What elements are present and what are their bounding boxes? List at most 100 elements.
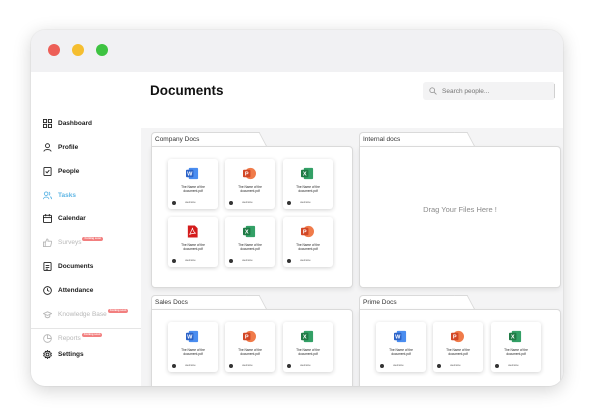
folder-body: W The Name of the document.pdf username P T…	[151, 309, 353, 386]
sidebar-item-dashboard[interactable]: Dashboard	[43, 116, 92, 130]
folder-title: Internal docs	[363, 136, 401, 143]
excel-file-icon: X	[301, 167, 314, 180]
graduation-cap-icon	[43, 310, 52, 318]
user-icon	[43, 142, 52, 152]
sidebar-item-profile[interactable]: Profile	[43, 140, 78, 154]
folder-title: Prime Docs	[363, 299, 397, 306]
coming-soon-badge: Coming soon	[82, 237, 104, 241]
document-icon	[43, 261, 52, 271]
sidebar-item-knowledge-base[interactable]: Knowledge Base Coming soon	[43, 307, 129, 321]
svg-text:P: P	[453, 335, 457, 341]
file-owner: username	[185, 259, 196, 262]
sidebar-item-label: People	[58, 167, 80, 175]
file-card[interactable]: W The Name of the document.pdf username	[168, 322, 218, 372]
svg-text:W: W	[395, 335, 401, 341]
file-name: The Name of the document.pdf	[296, 185, 320, 193]
sidebar-item-label: Attendance	[58, 286, 94, 294]
word-file-icon: W	[186, 167, 199, 180]
sidebar-item-surveys[interactable]: Surveys Coming soon	[43, 235, 104, 249]
minimize-window-button[interactable]	[72, 44, 84, 56]
sidebar-item-settings[interactable]: Settings	[43, 347, 84, 361]
file-name: The Name of the document.pdf	[181, 243, 205, 251]
folder-title: Sales Docs	[155, 299, 188, 306]
sidebar-item-label: Documents	[58, 262, 94, 270]
svg-text:W: W	[187, 335, 193, 341]
sidebar-item-label: Calendar	[58, 214, 86, 222]
powerpoint-file-icon: P	[243, 330, 256, 343]
file-name: The Name of the document.pdf	[181, 185, 205, 193]
file-card[interactable]: P The Name of the document.pdf username	[225, 159, 275, 209]
search-divider	[554, 84, 555, 98]
svg-text:X: X	[511, 335, 515, 341]
powerpoint-file-icon: P	[243, 167, 256, 180]
file-card[interactable]: P The Name of the document.pdf username	[283, 217, 333, 267]
sidebar-item-label: Knowledge Base	[58, 310, 107, 318]
file-card[interactable]: X The Name of the document.pdf username	[225, 217, 275, 267]
avatar	[229, 364, 233, 368]
file-owner: username	[300, 364, 311, 367]
file-name: The Name of the document.pdf	[446, 348, 470, 356]
grid-icon	[43, 118, 52, 128]
sidebar-item-label: Reports	[58, 334, 81, 342]
file-name: The Name of the document.pdf	[181, 348, 205, 356]
users-icon	[43, 190, 52, 199]
folder-title: Company Docs	[155, 136, 200, 143]
close-window-button[interactable]	[48, 44, 60, 56]
avatar	[287, 364, 291, 368]
maximize-window-button[interactable]	[96, 44, 108, 56]
svg-text:X: X	[245, 230, 249, 236]
svg-text:W: W	[187, 172, 193, 178]
sidebar-item-documents[interactable]: Documents	[43, 259, 93, 273]
folder-body: W The Name of the document.pdf username P T…	[359, 309, 561, 386]
svg-text:X: X	[303, 172, 307, 178]
page-header: Documents	[141, 74, 563, 128]
file-name: The Name of the document.pdf	[504, 348, 528, 356]
file-owner: username	[300, 259, 311, 262]
file-owner: username	[242, 201, 253, 204]
file-card[interactable]: X The Name of the document.pdf username	[283, 322, 333, 372]
calendar-icon	[43, 213, 52, 223]
clock-icon	[43, 285, 52, 295]
coming-soon-badge: Coming soon	[81, 333, 103, 337]
svg-text:P: P	[245, 172, 249, 178]
search-input[interactable]	[442, 87, 552, 95]
avatar	[172, 201, 176, 205]
file-name: The Name of the document.pdf	[238, 185, 262, 193]
sidebar-item-label: Profile	[58, 143, 79, 151]
file-card[interactable]: The Name of the document.pdf username	[168, 217, 218, 267]
avatar	[172, 364, 176, 368]
file-owner: username	[185, 364, 196, 367]
drop-zone[interactable]: Drag Your Files Here !	[359, 146, 561, 288]
file-name: The Name of the document.pdf	[238, 348, 262, 356]
svg-text:X: X	[303, 335, 307, 341]
sidebar-item-attendance[interactable]: Attendance	[43, 283, 93, 297]
sidebar: Dashboard Profile People Tasks Calendar …	[31, 74, 142, 386]
search-icon	[429, 87, 437, 95]
file-name: The Name of the document.pdf	[389, 348, 413, 356]
file-card[interactable]: X The Name of the document.pdf username	[491, 322, 541, 372]
sidebar-item-tasks[interactable]: Tasks	[43, 188, 76, 202]
file-owner: username	[300, 201, 311, 204]
search-box[interactable]	[423, 82, 555, 100]
file-owner: username	[393, 364, 404, 367]
word-file-icon: W	[186, 330, 199, 343]
avatar	[229, 259, 233, 263]
file-card[interactable]: W The Name of the document.pdf username	[168, 159, 218, 209]
pdf-file-icon	[187, 225, 198, 238]
sidebar-item-reports[interactable]: Reports Coming soon	[43, 331, 103, 345]
word-file-icon: W	[394, 330, 407, 343]
file-card[interactable]: P The Name of the document.pdf username	[225, 322, 275, 372]
excel-file-icon: X	[301, 330, 314, 343]
svg-text:P: P	[245, 335, 249, 341]
file-card[interactable]: W The Name of the document.pdf username	[376, 322, 426, 372]
checklist-icon	[43, 166, 52, 176]
sidebar-item-calendar[interactable]: Calendar	[43, 211, 86, 225]
avatar	[287, 259, 291, 263]
sidebar-item-people[interactable]: People	[43, 164, 79, 178]
file-card[interactable]: X The Name of the document.pdf username	[283, 159, 333, 209]
coming-soon-badge: Coming soon	[107, 309, 129, 313]
file-owner: username	[242, 364, 253, 367]
file-name: The Name of the document.pdf	[296, 348, 320, 356]
file-name: The Name of the document.pdf	[238, 243, 262, 251]
file-card[interactable]: P The Name of the document.pdf username	[433, 322, 483, 372]
